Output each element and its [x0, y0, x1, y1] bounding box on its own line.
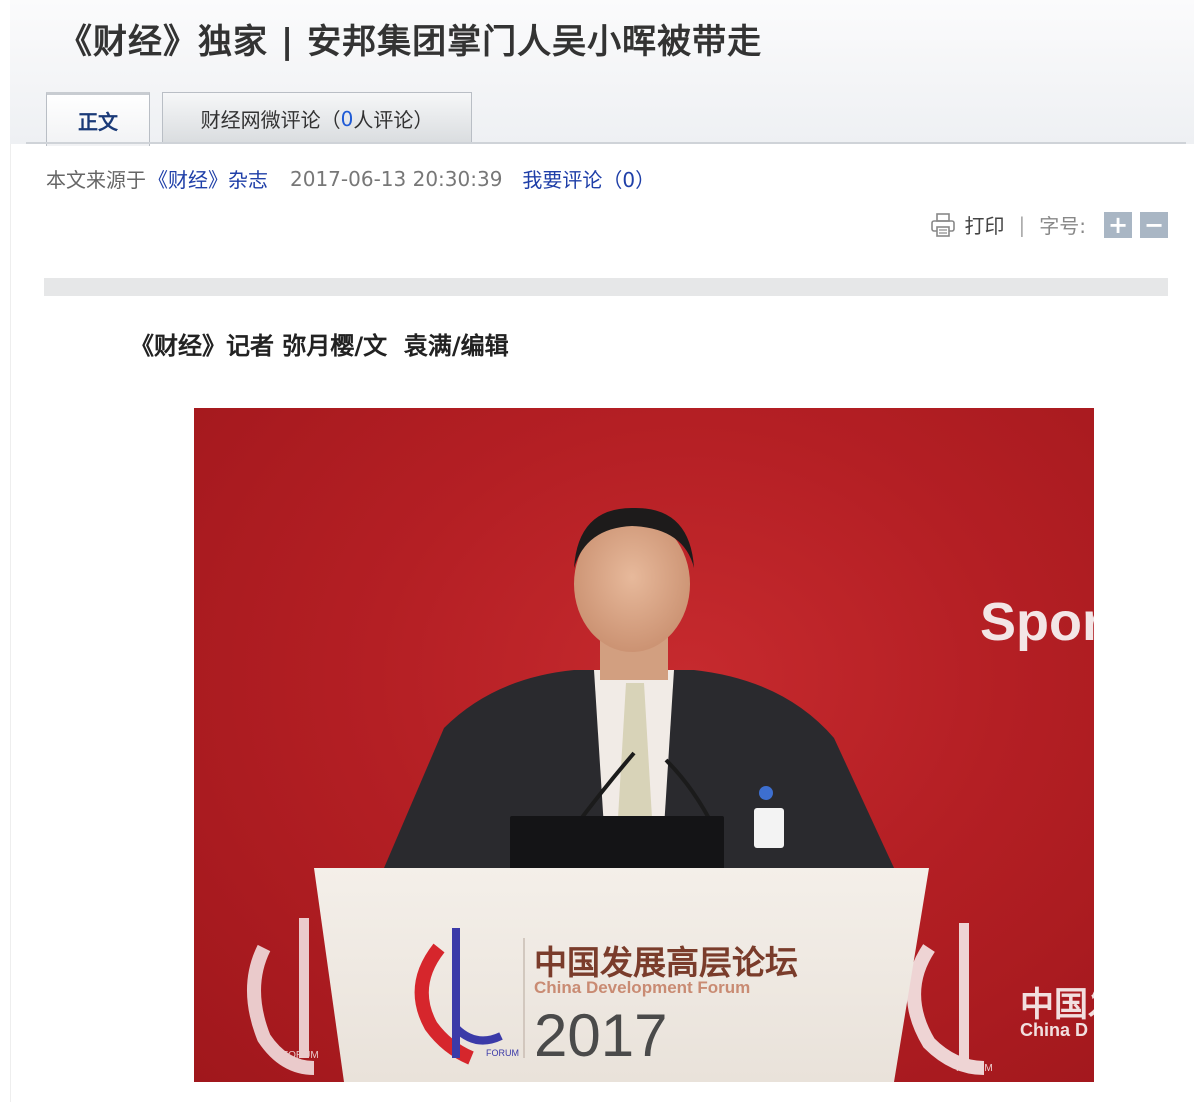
tab-main-text-label: 正文: [78, 110, 118, 134]
toolbar-separator: |: [1018, 212, 1026, 237]
backdrop-text: Spor: [980, 592, 1094, 652]
article-photo: Spor FORUM FORUM 中国发 China D: [194, 408, 1094, 1082]
article-byline: 《财经》记者 弥月樱/文 袁满/编辑: [130, 332, 509, 360]
side-cn-text: 中国发: [1020, 985, 1094, 1025]
font-size-label: 字号:: [1039, 214, 1086, 238]
tab-comments-label-suffix: 人评论）: [353, 108, 434, 132]
floor-logo-right: FORUM 中国发 China D: [907, 923, 1094, 1075]
source-prefix: 本文来源于: [46, 168, 146, 192]
publish-datetime: 2017-06-13 20:30:39: [290, 166, 503, 191]
tab-main-text[interactable]: 正文: [46, 92, 150, 146]
write-comment-link[interactable]: 我要评论（0）: [522, 164, 655, 193]
left-forum-text: FORUM: [282, 1050, 319, 1061]
tab-comments-label-prefix: 财经网微评论（: [200, 108, 341, 132]
article-title: 《财经》独家 | 安邦集团掌门人吴小晖被带走: [58, 22, 763, 62]
podium-title-en: China Development Forum: [534, 978, 750, 997]
source-link[interactable]: 《财经》杂志: [148, 164, 268, 193]
tab-comments[interactable]: 财经网微评论（ 0 人评论）: [162, 92, 472, 144]
floor-logo-left: FORUM: [247, 918, 319, 1075]
photo-scene: Spor FORUM FORUM 中国发 China D: [247, 507, 1094, 1082]
podium-forum-text: FORUM: [486, 1048, 519, 1058]
font-decrease-button[interactable]: −: [1140, 211, 1168, 238]
laptop: [510, 816, 724, 876]
podium-title-cn: 中国发展高层论坛: [534, 943, 798, 982]
speaker: [384, 507, 894, 868]
printer-icon[interactable]: [929, 211, 957, 239]
podium-year: 2017: [534, 1002, 667, 1069]
article-toolbar: 打印 | 字号: + −: [929, 210, 1168, 239]
tabs-underline: [26, 142, 1186, 144]
article-meta: 本文来源于 《财经》杂志 2017-06-13 20:30:39 我要评论（0）: [46, 164, 655, 193]
content-divider: [44, 278, 1168, 296]
print-link[interactable]: 打印: [965, 210, 1005, 239]
comment-count: 0: [340, 106, 354, 131]
side-en-text: China D: [1020, 1020, 1088, 1040]
right-forum-text: FORUM: [956, 1063, 993, 1074]
font-increase-button[interactable]: +: [1104, 211, 1132, 238]
